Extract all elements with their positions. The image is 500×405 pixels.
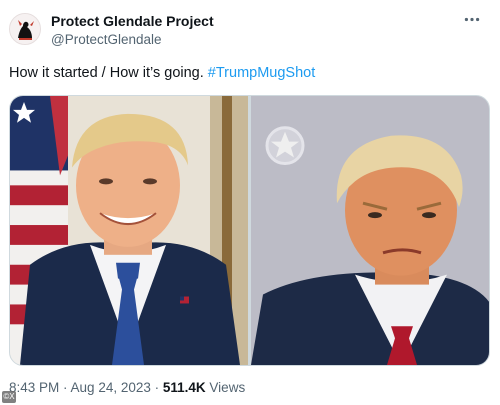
post-meta: 8:43 PM · Aug 24, 2023 · 511.4K Views [9, 380, 245, 395]
post-time[interactable]: 8:43 PM [9, 380, 59, 395]
mugshot-photo[interactable] [251, 96, 489, 365]
hashtag-link[interactable]: #TrumpMugShot [208, 65, 315, 81]
media-grid [9, 95, 490, 366]
more-dots-icon[interactable] [462, 11, 482, 27]
portrait-photo[interactable] [10, 96, 248, 365]
post-card: Protect Glendale Project @ProtectGlendal… [0, 0, 500, 405]
profile-avatar-icon[interactable] [9, 13, 41, 45]
views-count: 511.4K [162, 380, 206, 395]
author-handle[interactable]: @ProtectGlendale [51, 32, 162, 47]
watermark-icon: ©X [2, 391, 16, 403]
post-text: How it started / How it’s going. #TrumpM… [9, 65, 315, 81]
author-name[interactable]: Protect Glendale Project [51, 13, 214, 29]
post-date[interactable]: Aug 24, 2023 [71, 380, 151, 395]
views-label: Views [205, 380, 246, 395]
meta-separator: · [59, 380, 71, 395]
post-text-body: How it started / How it’s going. [9, 65, 208, 81]
meta-separator: · [150, 380, 163, 395]
